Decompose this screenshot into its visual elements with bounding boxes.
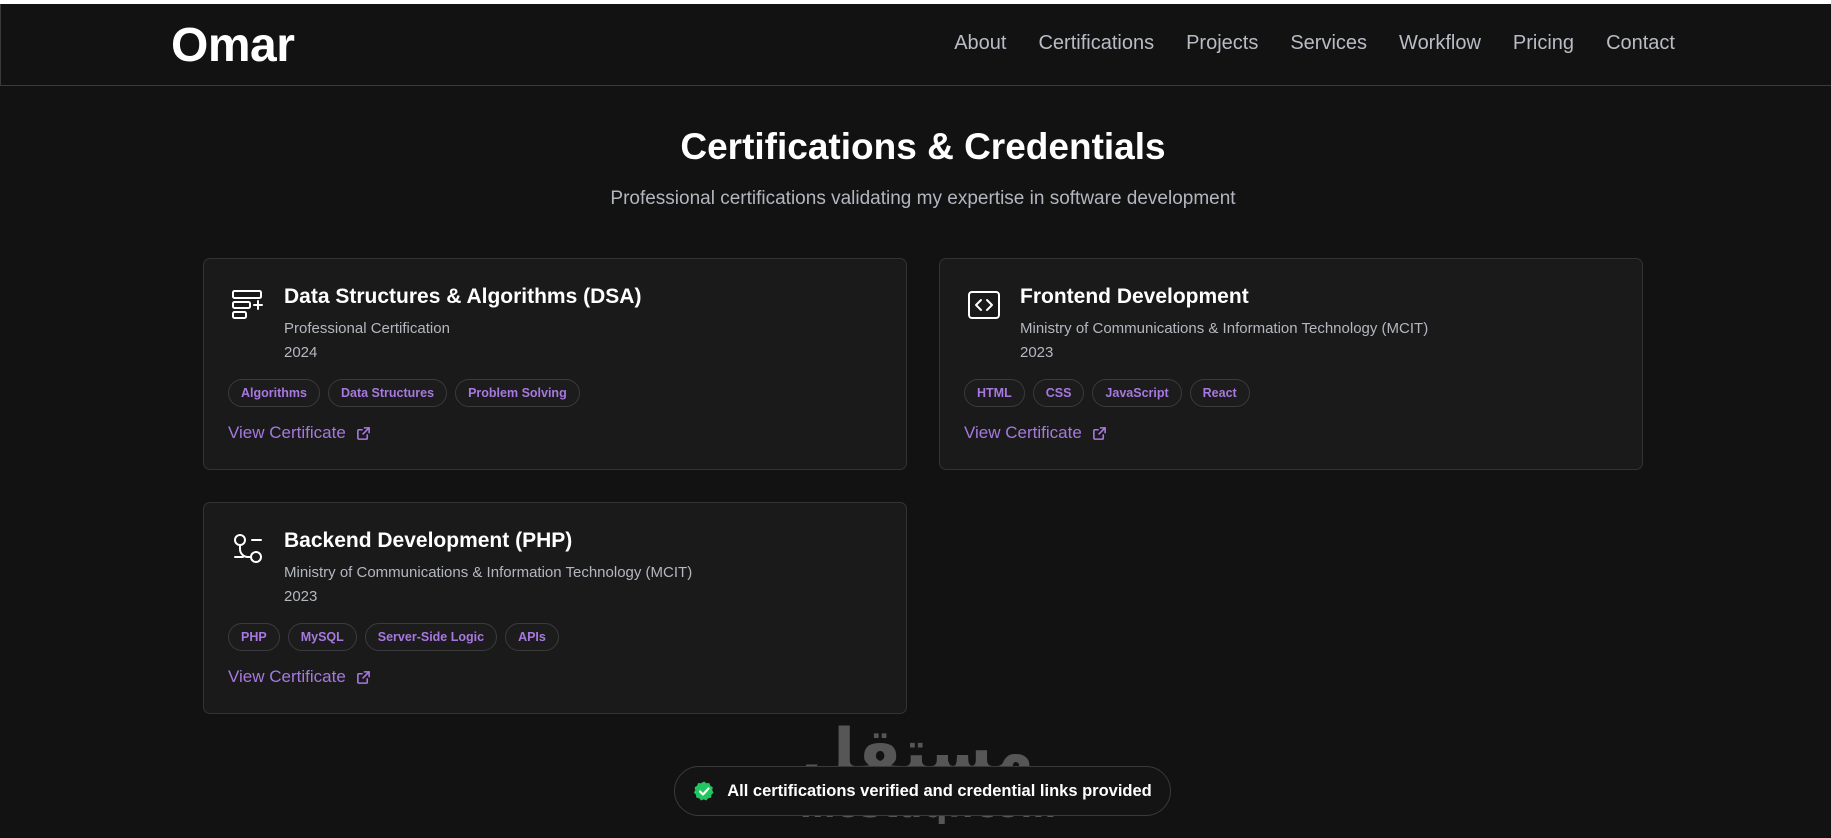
tag: PHP xyxy=(228,623,280,651)
view-certificate-label: View Certificate xyxy=(228,423,346,442)
external-link-icon xyxy=(1092,426,1106,440)
nav-contact[interactable]: Contact xyxy=(1606,32,1675,55)
check-badge-icon xyxy=(694,781,714,801)
cert-year: 2024 xyxy=(284,344,318,361)
section-title: Certifications & Credentials xyxy=(680,126,1166,167)
cert-issuer: Ministry of Communications & Information… xyxy=(1020,320,1429,337)
view-certificate-label: View Certificate xyxy=(964,423,1082,442)
view-certificate-link[interactable]: View Certificate xyxy=(964,423,1107,443)
main-nav: About Certifications Projects Services W… xyxy=(954,32,1675,55)
external-link-icon xyxy=(356,670,370,684)
tag: Server-Side Logic xyxy=(364,623,498,651)
nav-workflow[interactable]: Workflow xyxy=(1399,32,1481,55)
tag: APIs xyxy=(505,623,559,651)
cert-year: 2023 xyxy=(1020,344,1054,361)
cert-card-frontend: Frontend Development Ministry of Communi… xyxy=(939,258,1643,470)
tag: CSS xyxy=(1032,379,1085,407)
nav-pricing[interactable]: Pricing xyxy=(1513,32,1574,55)
tag: MySQL xyxy=(287,623,357,651)
logo[interactable]: Omar xyxy=(171,18,295,73)
tag-list: Algorithms Data Structures Problem Solvi… xyxy=(228,379,580,407)
view-certificate-link[interactable]: View Certificate xyxy=(228,667,371,687)
cert-title: Frontend Development xyxy=(1020,285,1249,308)
tag: React xyxy=(1189,379,1250,407)
tag-list: PHP MySQL Server-Side Logic APIs xyxy=(228,623,559,651)
list-add-icon xyxy=(230,287,266,323)
tag-list: HTML CSS JavaScript React xyxy=(964,379,1250,407)
verified-text: All certifications verified and credenti… xyxy=(727,781,1152,800)
cert-card-dsa: Data Structures & Algorithms (DSA) Profe… xyxy=(203,258,907,470)
cert-issuer: Ministry of Communications & Information… xyxy=(284,564,693,581)
view-certificate-label: View Certificate xyxy=(228,667,346,686)
nav-certifications[interactable]: Certifications xyxy=(1038,32,1154,55)
cert-title: Backend Development (PHP) xyxy=(284,529,573,552)
tag: Problem Solving xyxy=(455,379,580,407)
view-certificate-link[interactable]: View Certificate xyxy=(228,423,371,443)
cert-issuer: Professional Certification xyxy=(284,320,450,337)
tag: Algorithms xyxy=(228,379,320,407)
cert-year: 2023 xyxy=(284,588,318,605)
tag: HTML xyxy=(964,379,1025,407)
nav-projects[interactable]: Projects xyxy=(1186,32,1258,55)
nav-services[interactable]: Services xyxy=(1290,32,1367,55)
section-subtitle: Professional certifications validating m… xyxy=(610,188,1236,209)
site-header: Omar About Certifications Projects Servi… xyxy=(0,4,1831,86)
git-branch-icon xyxy=(230,531,266,567)
nav-about[interactable]: About xyxy=(954,32,1006,55)
code-icon xyxy=(966,287,1002,323)
cert-title: Data Structures & Algorithms (DSA) xyxy=(284,285,642,308)
cert-card-backend: Backend Development (PHP) Ministry of Co… xyxy=(203,502,907,714)
page: Omar About Certifications Projects Servi… xyxy=(0,0,1831,838)
tag: JavaScript xyxy=(1092,379,1182,407)
verified-badge: All certifications verified and credenti… xyxy=(674,766,1171,816)
tag: Data Structures xyxy=(327,379,448,407)
external-link-icon xyxy=(356,426,370,440)
